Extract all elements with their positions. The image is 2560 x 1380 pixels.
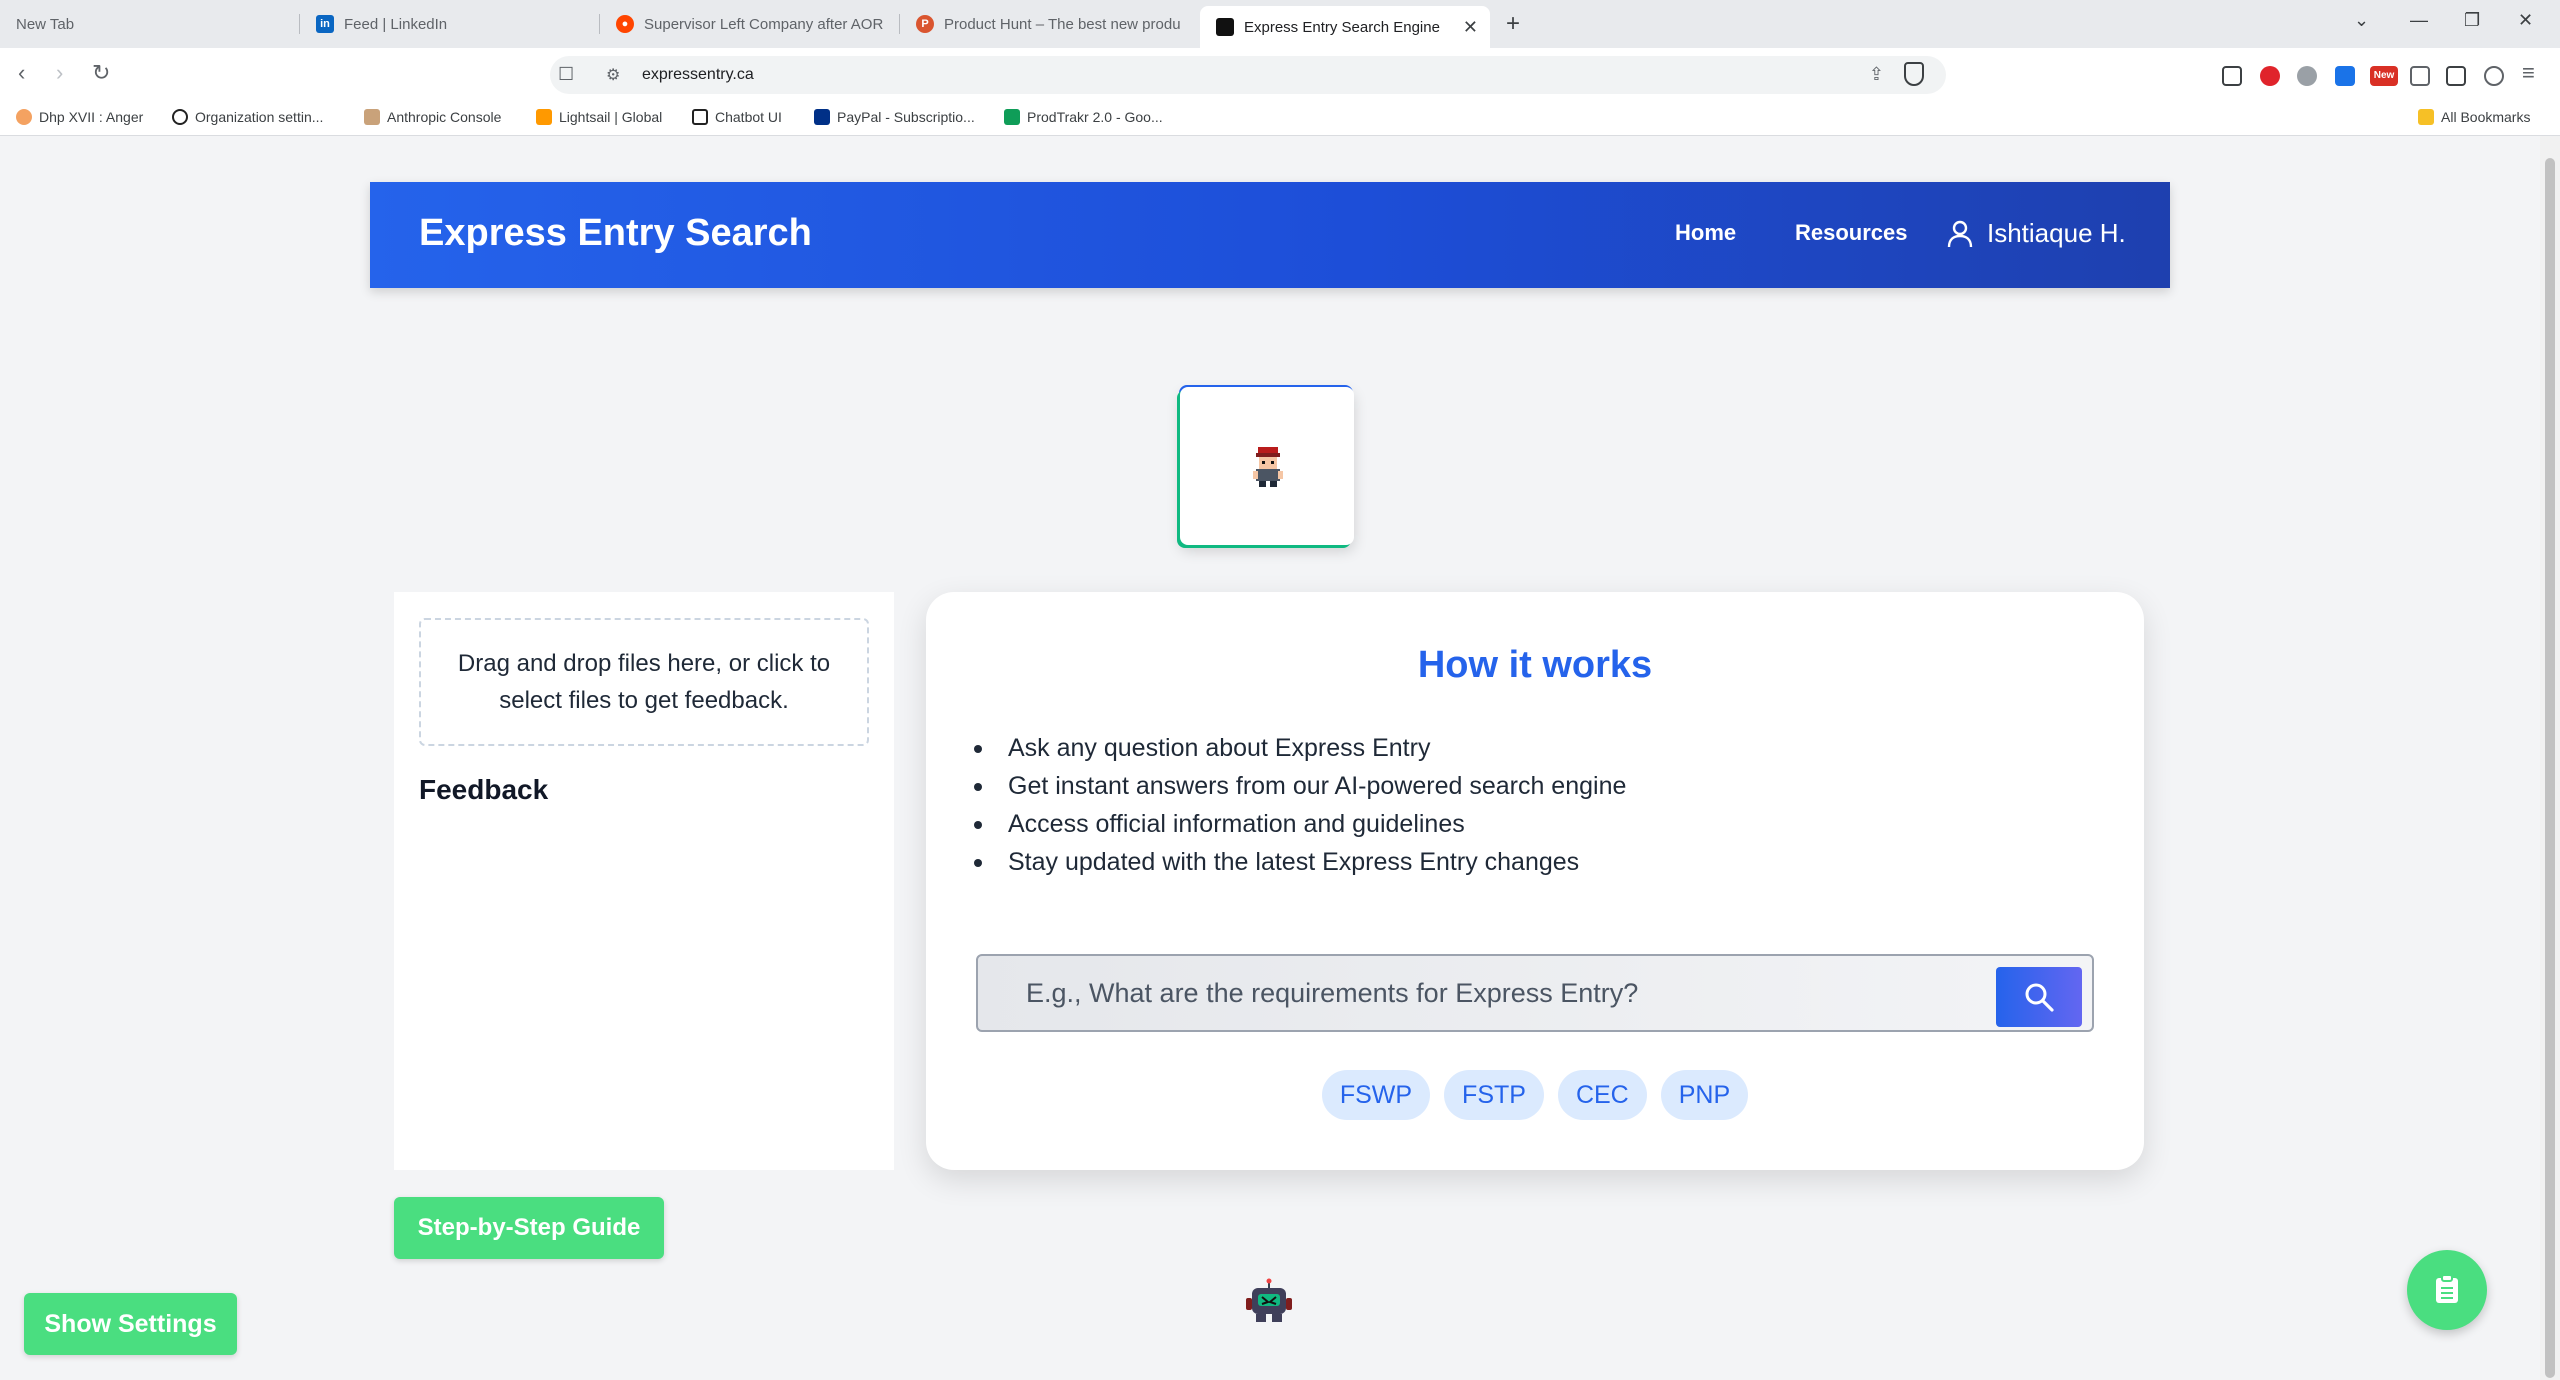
nav-home-link[interactable]: Home [1675, 220, 1736, 246]
user-name[interactable]: Ishtiaque H. [1987, 218, 2126, 249]
file-dropzone[interactable]: Drag and drop files here, or click to se… [419, 618, 869, 746]
extension-new-badge-icon[interactable]: New [2370, 66, 2398, 86]
adblock-icon[interactable] [2260, 66, 2280, 86]
bookmark-item[interactable]: Lightsail | Global [536, 109, 662, 125]
step-by-step-guide-button[interactable]: Step-by-Step Guide [394, 1197, 664, 1259]
leo-ai-icon[interactable] [2484, 66, 2504, 86]
minimize-icon[interactable]: — [2410, 10, 2428, 31]
all-bookmarks[interactable]: All Bookmarks [2418, 109, 2530, 125]
tab-product-hunt[interactable]: P Product Hunt – The best new produ [900, 6, 1200, 42]
bookmark-item[interactable]: Anthropic Console [364, 109, 501, 125]
bookmark-item[interactable]: Chatbot UI [692, 109, 782, 125]
bookmarks-bar: Dhp XVII : Anger Organization settin... … [0, 102, 2560, 136]
site-settings-icon[interactable]: ⚙ [606, 65, 620, 85]
extension-gray-icon[interactable] [2297, 66, 2317, 86]
clipboard-fab-button[interactable] [2407, 1250, 2487, 1330]
site-header: Express Entry Search Home Resources Isht… [370, 182, 2170, 288]
bookmark-item[interactable]: Dhp XVII : Anger [16, 109, 143, 125]
chip-fstp[interactable]: FSTP [1444, 1070, 1544, 1120]
bookmark-favicon-icon [16, 109, 32, 125]
search-button[interactable] [1996, 967, 2082, 1027]
brave-shield-icon[interactable] [1904, 62, 1924, 86]
paypal-icon [814, 109, 830, 125]
tab-search-chevron-icon[interactable]: ⌄ [2354, 10, 2369, 31]
bookmark-icon[interactable]: ☐ [558, 64, 574, 85]
chat-icon [692, 109, 708, 125]
reddit-icon: ● [616, 15, 634, 33]
list-item: Stay updated with the latest Express Ent… [973, 843, 1626, 881]
pixel-avatar-icon [1253, 447, 1283, 487]
lightsail-icon [536, 109, 552, 125]
tab-label: Product Hunt – The best new produ [944, 15, 1181, 33]
openai-icon [172, 109, 188, 125]
tab-new-tab[interactable]: New Tab [0, 6, 300, 42]
nav-resources-link[interactable]: Resources [1795, 220, 1908, 246]
close-window-icon[interactable]: ✕ [2518, 10, 2533, 31]
new-tab-plus-icon[interactable]: + [1506, 10, 1520, 38]
back-icon[interactable]: ‹ [18, 60, 25, 86]
tab-express-entry[interactable]: Express Entry Search Engine ✕ [1200, 6, 1490, 48]
list-item: Access official information and guidelin… [973, 805, 1626, 843]
linkedin-icon: in [316, 15, 334, 33]
sidebar-icon[interactable] [2446, 66, 2466, 86]
bookmark-item[interactable]: Organization settin... [172, 109, 323, 125]
picture-in-picture-icon[interactable] [2222, 66, 2242, 86]
logo-card [1180, 387, 1354, 545]
search-icon [2025, 983, 2054, 1012]
address-bar[interactable]: ☐ ⚙ expressentry.ca ⇪ [550, 56, 1946, 94]
how-it-works-title: How it works [1417, 644, 1653, 686]
tab-reddit[interactable]: ● Supervisor Left Company after AOR [600, 6, 900, 42]
tab-label: Express Entry Search Engine [1244, 18, 1440, 36]
show-settings-button[interactable]: Show Settings [24, 1293, 237, 1355]
browser-tab-bar: New Tab in Feed | LinkedIn ● Supervisor … [0, 0, 2560, 48]
tab-label: New Tab [16, 15, 75, 33]
share-icon[interactable]: ⇪ [1869, 64, 1884, 85]
tab-label: Supervisor Left Company after AOR [644, 15, 884, 33]
clipboard-icon [2436, 1274, 2458, 1303]
tab-linkedin[interactable]: in Feed | LinkedIn [300, 6, 600, 42]
url-text[interactable]: expressentry.ca [642, 66, 754, 84]
bookmark-item[interactable]: PayPal - Subscriptio... [814, 109, 975, 125]
program-chips: FSWP FSTP CEC PNP [926, 1070, 2144, 1120]
list-item: Get instant answers from our AI-powered … [973, 767, 1626, 805]
bookmark-item[interactable]: ProdTrakr 2.0 - Goo... [1004, 109, 1163, 125]
site-brand[interactable]: Express Entry Search [419, 212, 812, 255]
upload-panel: Drag and drop files here, or click to se… [394, 592, 894, 1170]
chip-cec[interactable]: CEC [1557, 1070, 1647, 1120]
menu-icon[interactable]: ≡ [2522, 60, 2535, 86]
search-box [976, 954, 2094, 1032]
list-item: Ask any question about Express Entry [973, 729, 1626, 767]
search-input[interactable] [1026, 956, 1986, 1030]
reload-icon[interactable]: ↻ [92, 60, 110, 86]
extensions-puzzle-icon[interactable] [2410, 66, 2430, 86]
how-it-works-card: How it works Ask any question about Expr… [926, 592, 2144, 1170]
user-icon[interactable] [1947, 220, 1973, 248]
extension-blue-icon[interactable] [2335, 66, 2355, 86]
chip-fswp[interactable]: FSWP [1321, 1070, 1431, 1120]
restore-icon[interactable]: ❐ [2464, 10, 2480, 31]
chip-pnp[interactable]: PNP [1660, 1070, 1749, 1120]
forward-icon[interactable]: › [56, 60, 63, 86]
browser-toolbar: ‹ › ↻ ☐ ⚙ expressentry.ca ⇪ New ≡ [0, 48, 2560, 102]
express-entry-favicon-icon [1216, 18, 1234, 36]
sheets-icon [1004, 109, 1020, 125]
robot-icon[interactable] [1244, 1278, 1294, 1326]
close-tab-icon[interactable]: ✕ [1463, 17, 1478, 38]
scrollbar-thumb[interactable] [2545, 158, 2555, 1378]
product-hunt-icon: P [916, 15, 934, 33]
anthropic-icon [364, 109, 380, 125]
how-it-works-list: Ask any question about Express Entry Get… [973, 729, 1626, 881]
page-scrollbar[interactable] [2540, 136, 2560, 1380]
folder-icon [2418, 109, 2434, 125]
tab-label: Feed | LinkedIn [344, 15, 448, 33]
feedback-title: Feedback [419, 774, 549, 805]
